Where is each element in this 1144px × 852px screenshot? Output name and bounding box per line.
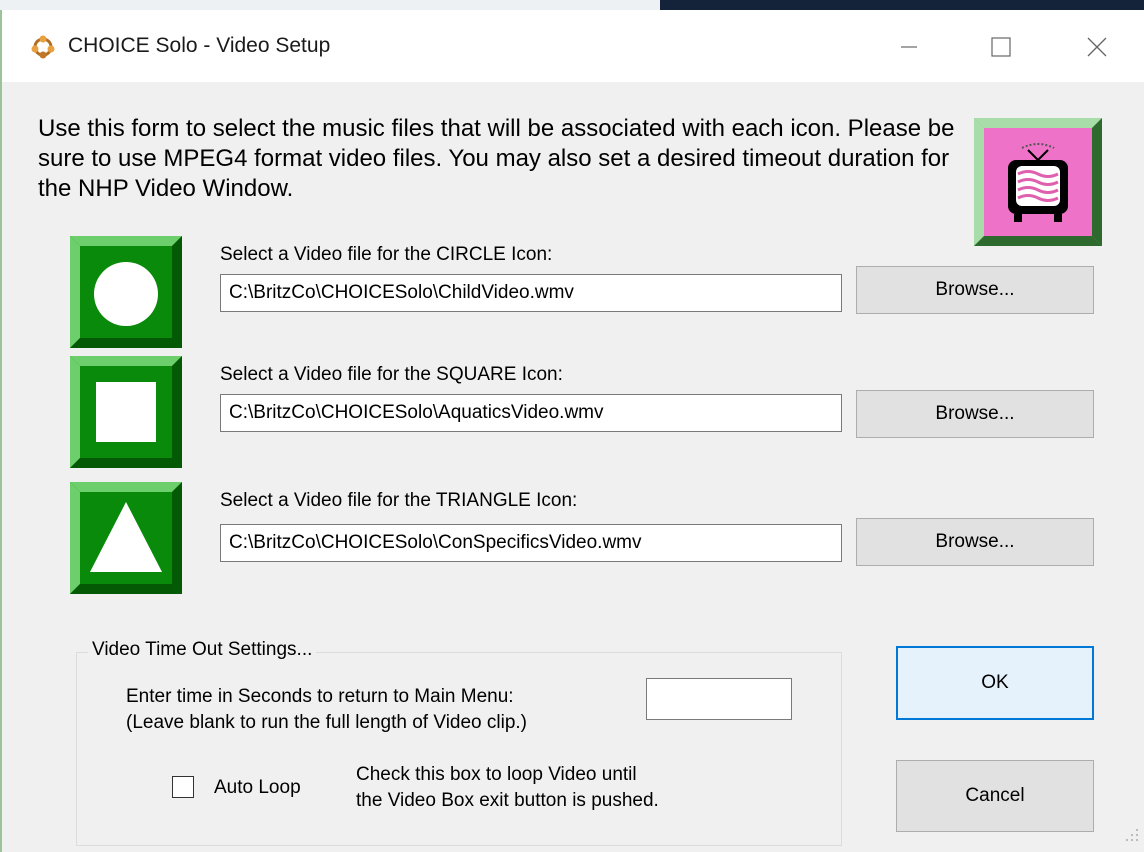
triangle-file-input[interactable]	[220, 524, 842, 562]
title-bar[interactable]: CHOICE Solo - Video Setup	[2, 10, 1144, 82]
circle-browse-button[interactable]: Browse...	[856, 266, 1094, 314]
triangle-icon-button[interactable]	[70, 482, 182, 594]
timeout-group-title: Video Time Out Settings...	[88, 639, 317, 661]
circle-file-input[interactable]	[220, 274, 842, 312]
triangle-file-label: Select a Video file for the TRIANGLE Ico…	[220, 490, 578, 511]
resize-grip-icon[interactable]	[1126, 826, 1140, 846]
video-setup-window: CHOICE Solo - Video Setup Use this form …	[2, 10, 1144, 852]
square-icon	[96, 382, 156, 442]
square-browse-button[interactable]: Browse...	[856, 390, 1094, 438]
background-dark-area	[660, 0, 1144, 10]
maximize-button[interactable]	[974, 24, 1028, 70]
auto-loop-checkbox[interactable]	[172, 776, 194, 798]
circle-file-label: Select a Video file for the CIRCLE Icon:	[220, 244, 553, 265]
auto-loop-help-line2: the Video Box exit button is pushed.	[356, 790, 659, 811]
minimize-button[interactable]	[882, 24, 936, 70]
minimize-icon	[901, 46, 917, 48]
circle-icon	[94, 262, 158, 326]
square-file-input[interactable]	[220, 394, 842, 432]
auto-loop-label[interactable]: Auto Loop	[214, 777, 301, 799]
timeout-instruction-line1: Enter time in Seconds to return to Main …	[126, 686, 514, 707]
ok-button[interactable]: OK	[896, 646, 1094, 720]
square-file-label: Select a Video file for the SQUARE Icon:	[220, 364, 563, 385]
circle-icon-button[interactable]	[70, 236, 182, 348]
background-strip	[0, 0, 1144, 10]
close-button[interactable]	[1070, 24, 1124, 70]
maximize-icon	[991, 37, 1011, 57]
app-icon	[31, 35, 55, 59]
auto-loop-help-line1: Check this box to loop Video until	[356, 764, 637, 785]
cancel-button[interactable]: Cancel	[896, 760, 1094, 832]
video-tv-icon[interactable]	[974, 118, 1102, 246]
timeout-seconds-input[interactable]	[646, 678, 792, 720]
background-light-area	[0, 0, 660, 10]
square-icon-button[interactable]	[70, 356, 182, 468]
triangle-browse-button[interactable]: Browse...	[856, 518, 1094, 566]
instructions-text: Use this form to select the music files …	[38, 115, 955, 202]
close-icon	[1087, 37, 1107, 57]
timeout-instruction-line2: (Leave blank to run the full length of V…	[126, 712, 528, 733]
window-title: CHOICE Solo - Video Setup	[68, 34, 331, 57]
